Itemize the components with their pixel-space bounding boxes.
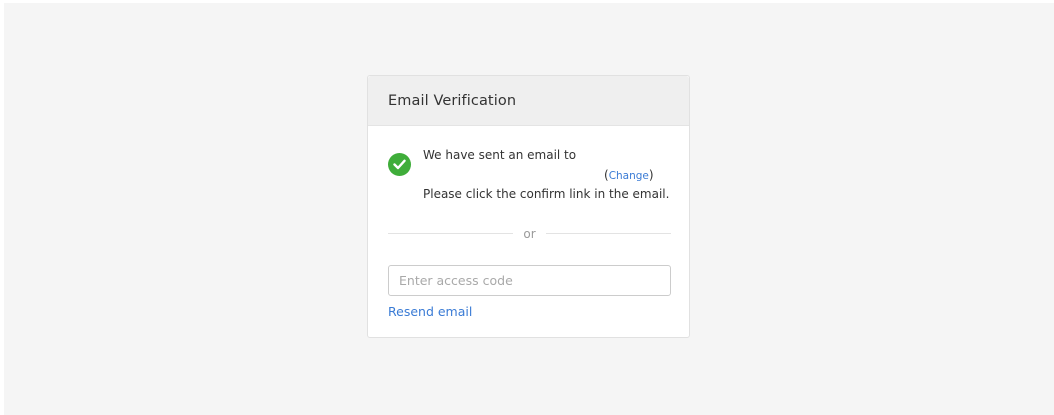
resend-email-link[interactable]: Resend email [388, 304, 472, 319]
sent-email-text: We have sent an email to [423, 148, 577, 162]
confirm-instruction-text: Please click the confirm link in the ema… [423, 187, 670, 201]
divider-line-right [545, 233, 671, 234]
email-verification-card: Email Verification We have sent an email… [367, 75, 690, 338]
change-close-paren: ) [648, 168, 654, 182]
check-circle-icon [388, 153, 411, 176]
access-code-input[interactable] [388, 265, 671, 296]
card-title: Email Verification [388, 92, 517, 109]
change-email-wrapper: (Change) [604, 168, 654, 182]
divider-line-left [388, 233, 514, 234]
or-divider: or [388, 228, 671, 240]
change-email-link[interactable]: Change [609, 170, 649, 182]
card-header: Email Verification [368, 76, 689, 126]
divider-text: or [523, 226, 536, 241]
